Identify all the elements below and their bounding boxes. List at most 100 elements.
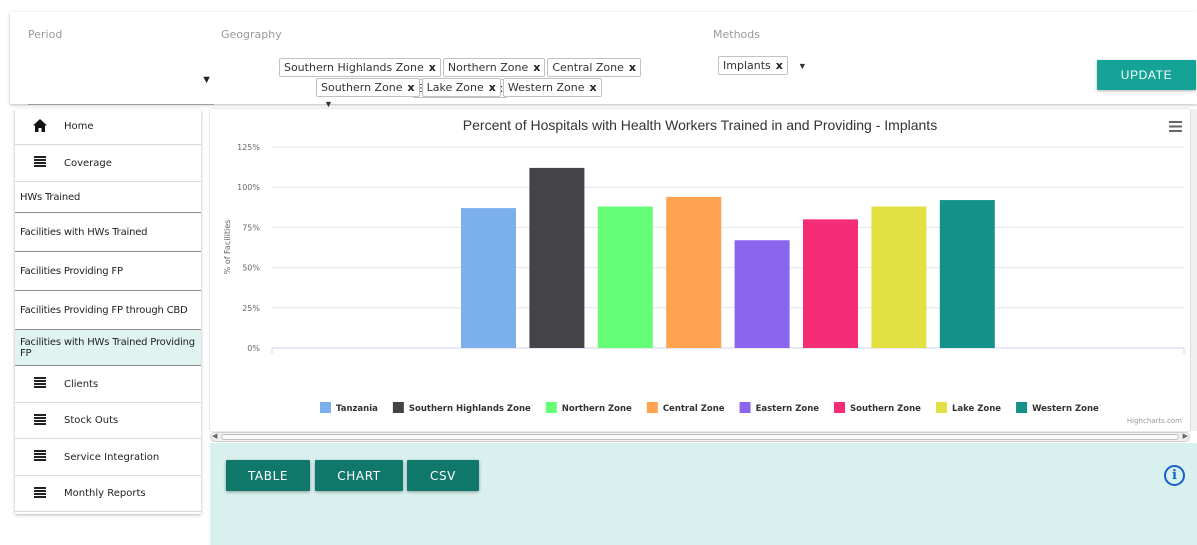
period-select[interactable]: ▼ bbox=[28, 72, 214, 105]
sidebar-item-hws-trained[interactable]: HWs Trained bbox=[15, 182, 201, 213]
sidebar-item-label: Monthly Reports bbox=[64, 488, 146, 499]
legend-swatch[interactable] bbox=[935, 402, 947, 413]
legend-swatch[interactable] bbox=[1016, 402, 1028, 413]
legend-swatch[interactable] bbox=[646, 402, 658, 413]
legend-item[interactable]: Eastern Zone bbox=[756, 404, 820, 414]
y-tick-label: 0% bbox=[247, 344, 260, 353]
period-label: Period bbox=[28, 28, 63, 41]
chip-label: Southern Zone bbox=[321, 81, 403, 94]
sidebar-item-label: Service Integration bbox=[64, 451, 160, 463]
chip-label: Western Zone bbox=[507, 81, 585, 94]
chip-remove-icon[interactable]: x bbox=[408, 81, 415, 94]
y-tick-label: 25% bbox=[242, 304, 260, 313]
bar-southern-zone[interactable] bbox=[803, 219, 858, 348]
sidebar-item-label: HWs Trained bbox=[20, 191, 81, 203]
table-button[interactable]: TABLE bbox=[226, 460, 310, 491]
filter-chip: Lake Zone x bbox=[421, 78, 501, 97]
filter-chip: Southern Zone x bbox=[316, 78, 420, 97]
legend-swatch[interactable] bbox=[545, 402, 557, 413]
vertical-scrollbar[interactable] bbox=[1190, 109, 1197, 431]
sidebar-item-monthly-reports[interactable]: Monthly Reports bbox=[15, 476, 201, 512]
bar-eastern-zone[interactable] bbox=[734, 240, 790, 348]
chip-label: Lake Zone bbox=[426, 81, 484, 94]
chart-title: Percent of Hospitals with Health Workers… bbox=[463, 117, 937, 133]
y-axis-label: % of Facilities bbox=[223, 220, 232, 275]
bar-tanzania[interactable] bbox=[461, 208, 516, 348]
sidebar-item-coverage[interactable]: Coverage bbox=[15, 145, 201, 182]
y-tick-label: 50% bbox=[242, 264, 260, 273]
chart-menu-icon[interactable] bbox=[1169, 121, 1182, 132]
sidebar: Home Coverage HWs Trained Facilities with H… bbox=[15, 109, 201, 514]
legend-item[interactable]: Southern Highlands Zone bbox=[409, 404, 531, 414]
methods-chips: Implants x ▼ bbox=[718, 56, 838, 75]
legend-item[interactable]: Tanzania bbox=[336, 404, 378, 414]
list-icon bbox=[33, 156, 47, 170]
legend-item[interactable]: Central Zone bbox=[663, 404, 725, 414]
bar-central-zone[interactable] bbox=[666, 196, 722, 348]
bar-northern-zone[interactable] bbox=[597, 206, 653, 348]
legend-swatch[interactable] bbox=[392, 402, 404, 413]
horizontal-scrollbar[interactable]: ◀ ▶ bbox=[210, 432, 1190, 442]
bar-southern-highlands-zone[interactable] bbox=[529, 167, 585, 348]
legend-item[interactable]: Southern Zone bbox=[850, 404, 921, 414]
chip-remove-icon[interactable]: x bbox=[776, 59, 783, 72]
chip-remove-icon[interactable]: x bbox=[429, 61, 436, 74]
chip-label: Northern Zone bbox=[447, 61, 529, 74]
geography-chips-row2: Southern Zone x Lake Zone x Western Zone x ▼ bbox=[316, 78, 616, 109]
sidebar-item-label: Facilities Providing FP through CBD bbox=[20, 304, 188, 316]
bar-lake-zone[interactable] bbox=[871, 206, 927, 348]
sidebar-item-stock-outs[interactable]: Stock Outs bbox=[15, 403, 201, 439]
y-tick-label: 75% bbox=[242, 223, 260, 232]
bar-chart: Percent of Hospitals with Health Workers… bbox=[223, 117, 1185, 414]
scroll-left-icon[interactable]: ◀ bbox=[212, 432, 217, 440]
list-icon bbox=[33, 377, 47, 391]
scroll-right-icon[interactable]: ▶ bbox=[1183, 432, 1188, 440]
export-panel: TABLE CHART CSV i bbox=[210, 443, 1197, 545]
y-tick-label: 125% bbox=[237, 143, 260, 152]
filter-chip: Southern Highlands Zone x bbox=[278, 58, 441, 77]
list-icon bbox=[33, 450, 47, 464]
filter-chip: Northern Zone x bbox=[442, 58, 546, 77]
chip-remove-icon[interactable]: x bbox=[629, 61, 636, 74]
dropdown-arrow-icon[interactable]: ▼ bbox=[324, 99, 333, 109]
sidebar-item-label: Facilities Providing FP bbox=[20, 265, 123, 277]
legend-swatch[interactable] bbox=[834, 402, 846, 413]
list-icon bbox=[33, 413, 47, 428]
legend-item[interactable]: Lake Zone bbox=[952, 404, 1001, 414]
legend-swatch[interactable] bbox=[320, 402, 331, 413]
chip-label: Implants bbox=[723, 59, 771, 72]
filter-chip: Western Zone x bbox=[502, 78, 602, 97]
bar-western-zone[interactable] bbox=[939, 200, 995, 348]
legend-item[interactable]: Northern Zone bbox=[562, 404, 632, 414]
csv-button[interactable]: CSV bbox=[407, 460, 479, 491]
sidebar-item-label: Home bbox=[64, 121, 94, 132]
chip-label: Central Zone bbox=[552, 61, 624, 74]
chip-remove-icon[interactable]: x bbox=[533, 61, 540, 74]
page: Period ▼ Geography Southern Highlands Zo… bbox=[0, 0, 1197, 545]
scrollbar-thumb[interactable] bbox=[221, 434, 1179, 440]
chart-credits[interactable]: Highcharts.com bbox=[1127, 417, 1182, 425]
chip-remove-icon[interactable]: x bbox=[489, 81, 496, 94]
methods-label: Methods bbox=[713, 28, 760, 41]
sidebar-item-label: Coverage bbox=[64, 157, 112, 169]
chart-panel: Percent of Hospitals with Health Workers… bbox=[210, 109, 1190, 431]
dropdown-arrow-icon[interactable]: ▼ bbox=[798, 61, 807, 71]
info-icon[interactable]: i bbox=[1164, 465, 1185, 486]
sidebar-item-label: Facilities with HWs Trained Providing FP bbox=[20, 336, 195, 359]
sidebar-item-label: Stock Outs bbox=[64, 415, 119, 426]
update-button[interactable]: UPDATE bbox=[1097, 60, 1196, 90]
sidebar-item-home[interactable]: Home bbox=[15, 109, 201, 145]
sidebar-item-facilities-with-hws-trained[interactable]: Facilities with HWs Trained bbox=[15, 213, 201, 252]
list-icon bbox=[33, 486, 47, 501]
chart-button[interactable]: CHART bbox=[315, 460, 403, 491]
caret-down-icon: ▼ bbox=[201, 74, 212, 86]
legend-item[interactable]: Western Zone bbox=[1032, 404, 1099, 414]
filter-chip: Implants x bbox=[718, 56, 788, 75]
sidebar-item-facilities-with-hws-trained-providing-fp[interactable]: Facilities with HWs Trained Providing FP bbox=[15, 330, 201, 366]
chip-remove-icon[interactable]: x bbox=[590, 81, 597, 94]
sidebar-item-service-integration[interactable]: Service Integration bbox=[15, 439, 201, 476]
sidebar-item-facilities-providing-fp[interactable]: Facilities Providing FP bbox=[15, 252, 201, 291]
legend-swatch[interactable] bbox=[739, 402, 751, 413]
sidebar-item-clients[interactable]: Clients bbox=[15, 366, 201, 403]
sidebar-item-facilities-providing-fp-through-cbd[interactable]: Facilities Providing FP through CBD bbox=[15, 291, 201, 330]
